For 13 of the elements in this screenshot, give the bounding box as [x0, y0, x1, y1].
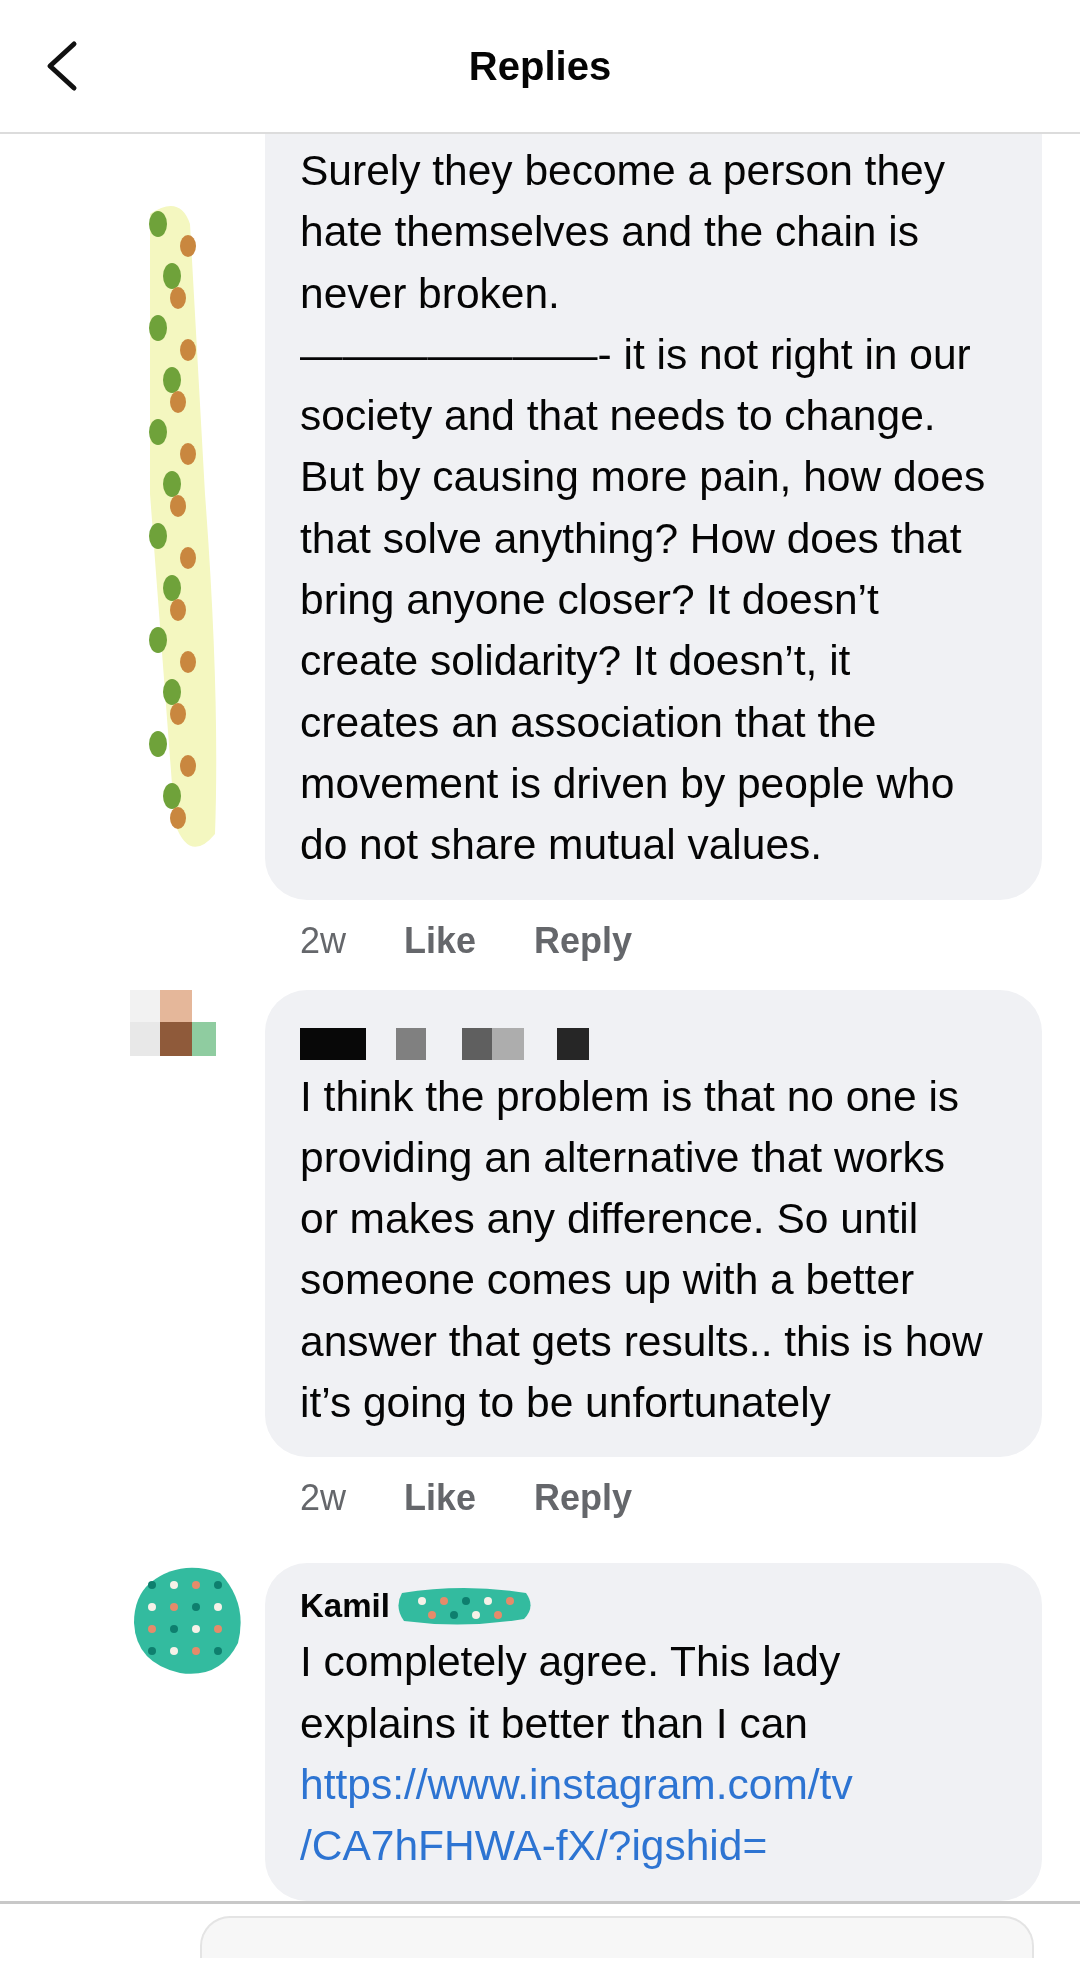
comment-field[interactable]	[200, 1915, 1034, 1958]
author-name[interactable]: Kamil	[300, 1587, 390, 1626]
link[interactable]: https://www.instagram.com/tv /CA7hFHWA-fX/?igshid=	[300, 1753, 986, 1877]
page-title: Replies	[468, 43, 612, 89]
like-button[interactable]: Like	[404, 919, 477, 990]
like-button[interactable]: Like	[404, 1477, 477, 1548]
comment-time: 2w	[300, 919, 347, 963]
comment-text: Surely they become a person they hate themselves and the chain is never broken. ———————- it is not right in our society and that needs to change. But by causing more pain, how does that solve anything? How does that bring anyone closer? It doesn’t create solidarity? It doesn’t, it creates an association that the movement is driven by people who do not share mutual values.	[300, 146, 986, 871]
comment-text: I think the problem is that no one is providing an alternative that works or makes any difference. So until someone comes up with a better answer that gets results.. this is how it’s going to be unfortunately	[300, 1071, 984, 1429]
reply-button[interactable]: Reply	[534, 1477, 633, 1548]
reply-button[interactable]: Reply	[534, 919, 633, 990]
comment-text: I completely agree. This lady explains it better than I can	[300, 1637, 842, 1749]
comment-time: 2w	[300, 1477, 347, 1521]
